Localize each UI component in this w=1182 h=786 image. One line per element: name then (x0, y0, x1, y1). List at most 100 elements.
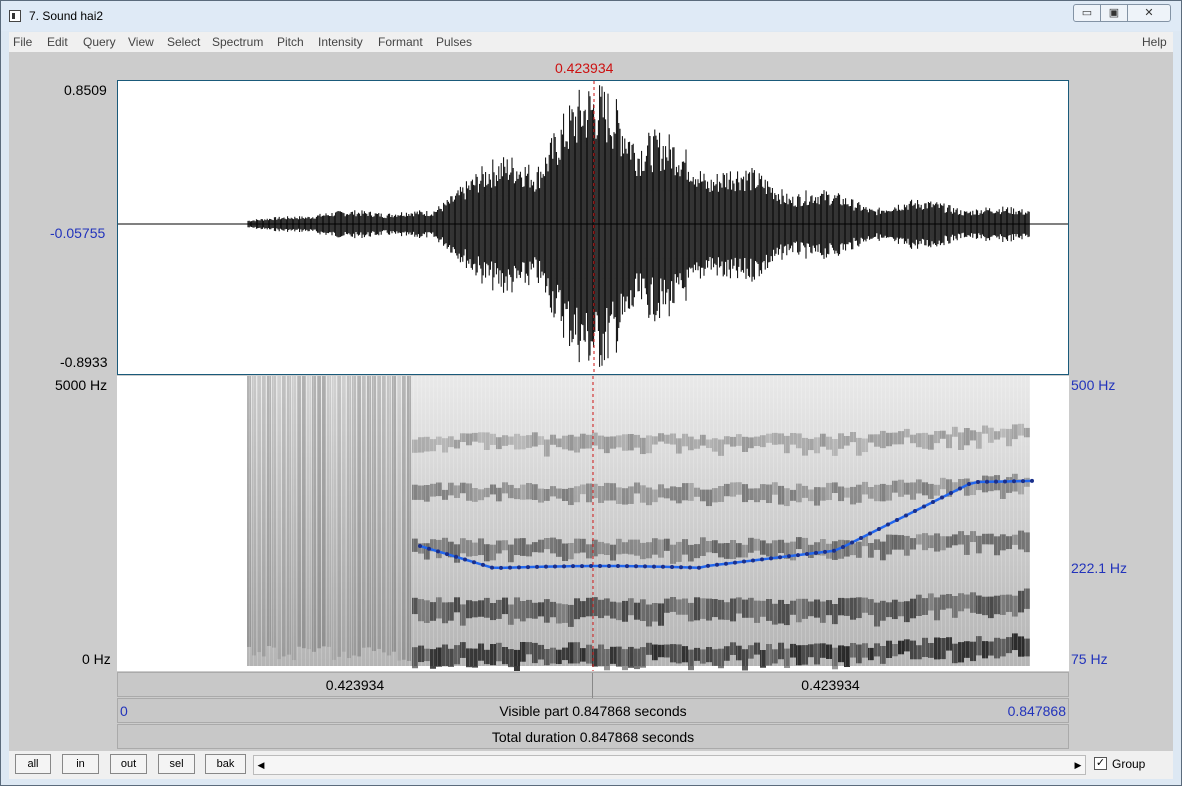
selection-time-bar[interactable]: 0.423934 0.423934 (117, 672, 1069, 698)
pitch-point (661, 564, 665, 569)
pitch-point (1003, 479, 1007, 484)
pitch-point (841, 545, 845, 549)
menu-formant[interactable]: Formant (378, 35, 423, 49)
zoom-selection-button[interactable]: sel (158, 754, 195, 774)
pitch-point (877, 527, 881, 531)
pitch-point (868, 531, 872, 536)
pitch-point (1012, 479, 1016, 484)
zoom-all-button[interactable]: all (15, 754, 51, 774)
pitch-point (967, 482, 971, 486)
pitch-point (805, 552, 809, 556)
pitch-point (931, 500, 935, 504)
pitch-point (454, 554, 458, 559)
pitch-point (544, 564, 548, 569)
pitch-point (697, 565, 701, 570)
pitch-point (445, 552, 449, 557)
pitch-point (643, 564, 647, 569)
pitch-point (679, 565, 683, 570)
maximize-button[interactable]: ▣ (1100, 4, 1128, 22)
menu-view[interactable]: View (128, 35, 154, 49)
spectrogram-panel[interactable] (117, 376, 1069, 671)
pitch-point (940, 495, 944, 500)
pitch-point (634, 564, 638, 569)
pitch-point (616, 564, 620, 569)
amplitude-min-label: -0.8933 (60, 354, 108, 370)
pitch-point (715, 562, 719, 567)
group-label: Group (1112, 757, 1146, 771)
pitch-point (553, 564, 557, 569)
selection-right-duration: 0.423934 (801, 677, 860, 693)
pitch-point (1021, 479, 1025, 484)
title-bar[interactable]: 7. Sound hai2 ▭ ▣ ✕ (1, 1, 1181, 31)
close-button[interactable]: ✕ (1127, 4, 1171, 22)
group-checkbox[interactable]: ✓ (1094, 757, 1107, 770)
pitch-point (508, 565, 512, 570)
pitch-point (535, 564, 539, 569)
total-duration-text: Total duration 0.847868 seconds (491, 729, 695, 745)
pitch-point (517, 565, 521, 570)
pitch-floor-label: 75 Hz (1071, 651, 1108, 667)
scroll-left-arrow-icon[interactable]: ◀ (254, 756, 268, 774)
pitch-point (742, 559, 746, 564)
bottom-toolbar: all in out sel bak ◀ ▶ ✓ Group (9, 752, 1173, 779)
pitch-point (526, 565, 530, 570)
menu-select[interactable]: Select (167, 35, 200, 49)
menu-bar: File Edit Query View Select Spectrum Pit… (9, 32, 1173, 51)
waveform-plot (118, 81, 1068, 374)
zoom-back-button[interactable]: bak (205, 754, 246, 774)
pitch-point (976, 479, 980, 484)
scroll-right-arrow-icon[interactable]: ▶ (1071, 756, 1085, 774)
pitch-point (895, 518, 899, 522)
pitch-point (733, 560, 737, 565)
pitch-point (607, 564, 611, 569)
pitch-point (670, 565, 674, 569)
pitch-point (481, 562, 485, 567)
pitch-point (751, 558, 755, 563)
pitch-point (580, 564, 584, 569)
menu-pulses[interactable]: Pulses (436, 35, 472, 49)
pitch-point (760, 557, 764, 562)
menu-pitch[interactable]: Pitch (277, 35, 304, 49)
menu-query[interactable]: Query (83, 35, 116, 49)
pitch-point (418, 544, 422, 548)
pitch-point (499, 565, 503, 570)
pitch-point (769, 556, 773, 561)
menu-help[interactable]: Help (1142, 35, 1167, 49)
spectrogram-plot (247, 376, 1034, 671)
pitch-point (823, 549, 827, 554)
zoom-in-button[interactable]: in (62, 754, 99, 774)
pitch-point (562, 564, 566, 569)
pitch-ceiling-label: 500 Hz (1071, 377, 1116, 393)
waveform-panel[interactable] (117, 80, 1069, 375)
pitch-point (913, 509, 917, 513)
pitch-point (922, 504, 926, 509)
cursor-time-label: 0.423934 (555, 60, 614, 76)
glottal-striations (247, 376, 1030, 666)
praat-sound-editor-window: 7. Sound hai2 ▭ ▣ ✕ File Edit Query View… (0, 0, 1182, 786)
menu-file[interactable]: File (13, 35, 32, 49)
pitch-point (778, 555, 782, 560)
frequency-min-label: 0 Hz (82, 651, 111, 667)
visible-part-text: Visible part 0.847868 seconds (499, 703, 687, 719)
minimize-button[interactable]: ▭ (1073, 4, 1101, 22)
pitch-point (688, 565, 692, 570)
zoom-out-button[interactable]: out (110, 754, 147, 774)
menu-edit[interactable]: Edit (47, 35, 68, 49)
visible-start-time: 0 (120, 703, 128, 719)
pitch-point (904, 513, 908, 518)
pitch-point (427, 546, 431, 551)
pitch-point (886, 522, 890, 527)
menu-spectrum[interactable]: Spectrum (212, 35, 263, 49)
total-duration-bar[interactable]: Total duration 0.847868 seconds (117, 724, 1069, 749)
pitch-point (832, 548, 836, 553)
amplitude-mid-label: -0.05755 (50, 225, 106, 241)
pitch-point (472, 560, 476, 565)
visible-part-bar[interactable]: Visible part 0.847868 seconds 0 0.847868 (117, 698, 1069, 723)
pitch-point (589, 564, 593, 569)
frequency-max-label: 5000 Hz (55, 377, 108, 393)
pitch-point (652, 564, 656, 569)
horizontal-scrollbar[interactable]: ◀ ▶ (253, 755, 1086, 775)
pitch-point (724, 561, 728, 566)
menu-intensity[interactable]: Intensity (318, 35, 363, 49)
editor-area[interactable]: 0.423934 0.8509 -0.05755 -0.8933 5000 Hz… (9, 52, 1173, 751)
